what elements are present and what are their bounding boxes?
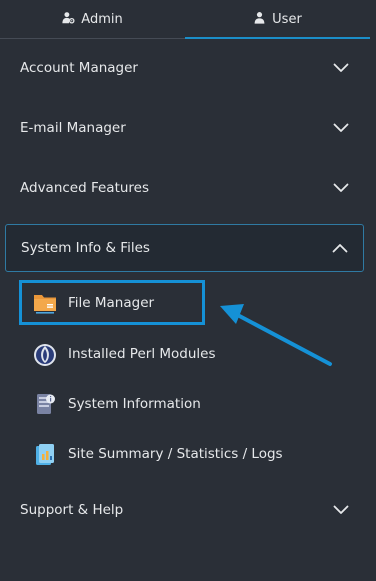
- section-support-help[interactable]: Support & Help: [5, 486, 364, 534]
- subitem-label: Site Summary / Statistics / Logs: [68, 446, 283, 462]
- chevron-up-icon: [332, 244, 348, 253]
- section-email-manager[interactable]: E-mail Manager: [5, 104, 364, 152]
- chevron-down-icon: [333, 123, 349, 132]
- section-label: Support & Help: [20, 502, 124, 518]
- subitem-label: File Manager: [68, 295, 155, 311]
- subitem-file-manager[interactable]: File Manager: [32, 286, 154, 320]
- mode-tabs: Admin User: [0, 0, 370, 39]
- subitem-site-summary[interactable]: Site Summary / Statistics / Logs: [32, 437, 283, 471]
- system-info-icon: [32, 391, 58, 417]
- perl-onion-icon: [32, 341, 58, 367]
- subitem-label: System Information: [68, 396, 201, 412]
- subitem-system-information[interactable]: System Information: [32, 387, 201, 421]
- tab-admin-label: Admin: [81, 11, 123, 27]
- section-label: System Info & Files: [21, 240, 150, 256]
- tab-user-label: User: [272, 11, 302, 27]
- subitem-installed-perl-modules[interactable]: Installed Perl Modules: [32, 337, 216, 371]
- section-advanced-features[interactable]: Advanced Features: [5, 164, 364, 212]
- user-icon: [253, 11, 266, 28]
- sidebar-panel: Admin User Account Manager E-mail Manage…: [0, 0, 376, 581]
- admin-user-gear-icon: [62, 11, 75, 28]
- section-label: Advanced Features: [20, 180, 150, 196]
- tab-admin[interactable]: Admin: [0, 0, 185, 38]
- folder-icon: [32, 290, 58, 316]
- section-label: Account Manager: [20, 60, 138, 76]
- statistics-icon: [32, 441, 58, 467]
- chevron-down-icon: [333, 505, 349, 514]
- tab-user[interactable]: User: [185, 0, 370, 39]
- chevron-down-icon: [333, 63, 349, 72]
- pointer-arrow-icon: [220, 304, 332, 366]
- section-account-manager[interactable]: Account Manager: [5, 44, 364, 92]
- section-label: E-mail Manager: [20, 120, 126, 136]
- chevron-down-icon: [333, 183, 349, 192]
- section-system-info-files[interactable]: System Info & Files: [5, 224, 364, 272]
- subitem-label: Installed Perl Modules: [68, 346, 216, 362]
